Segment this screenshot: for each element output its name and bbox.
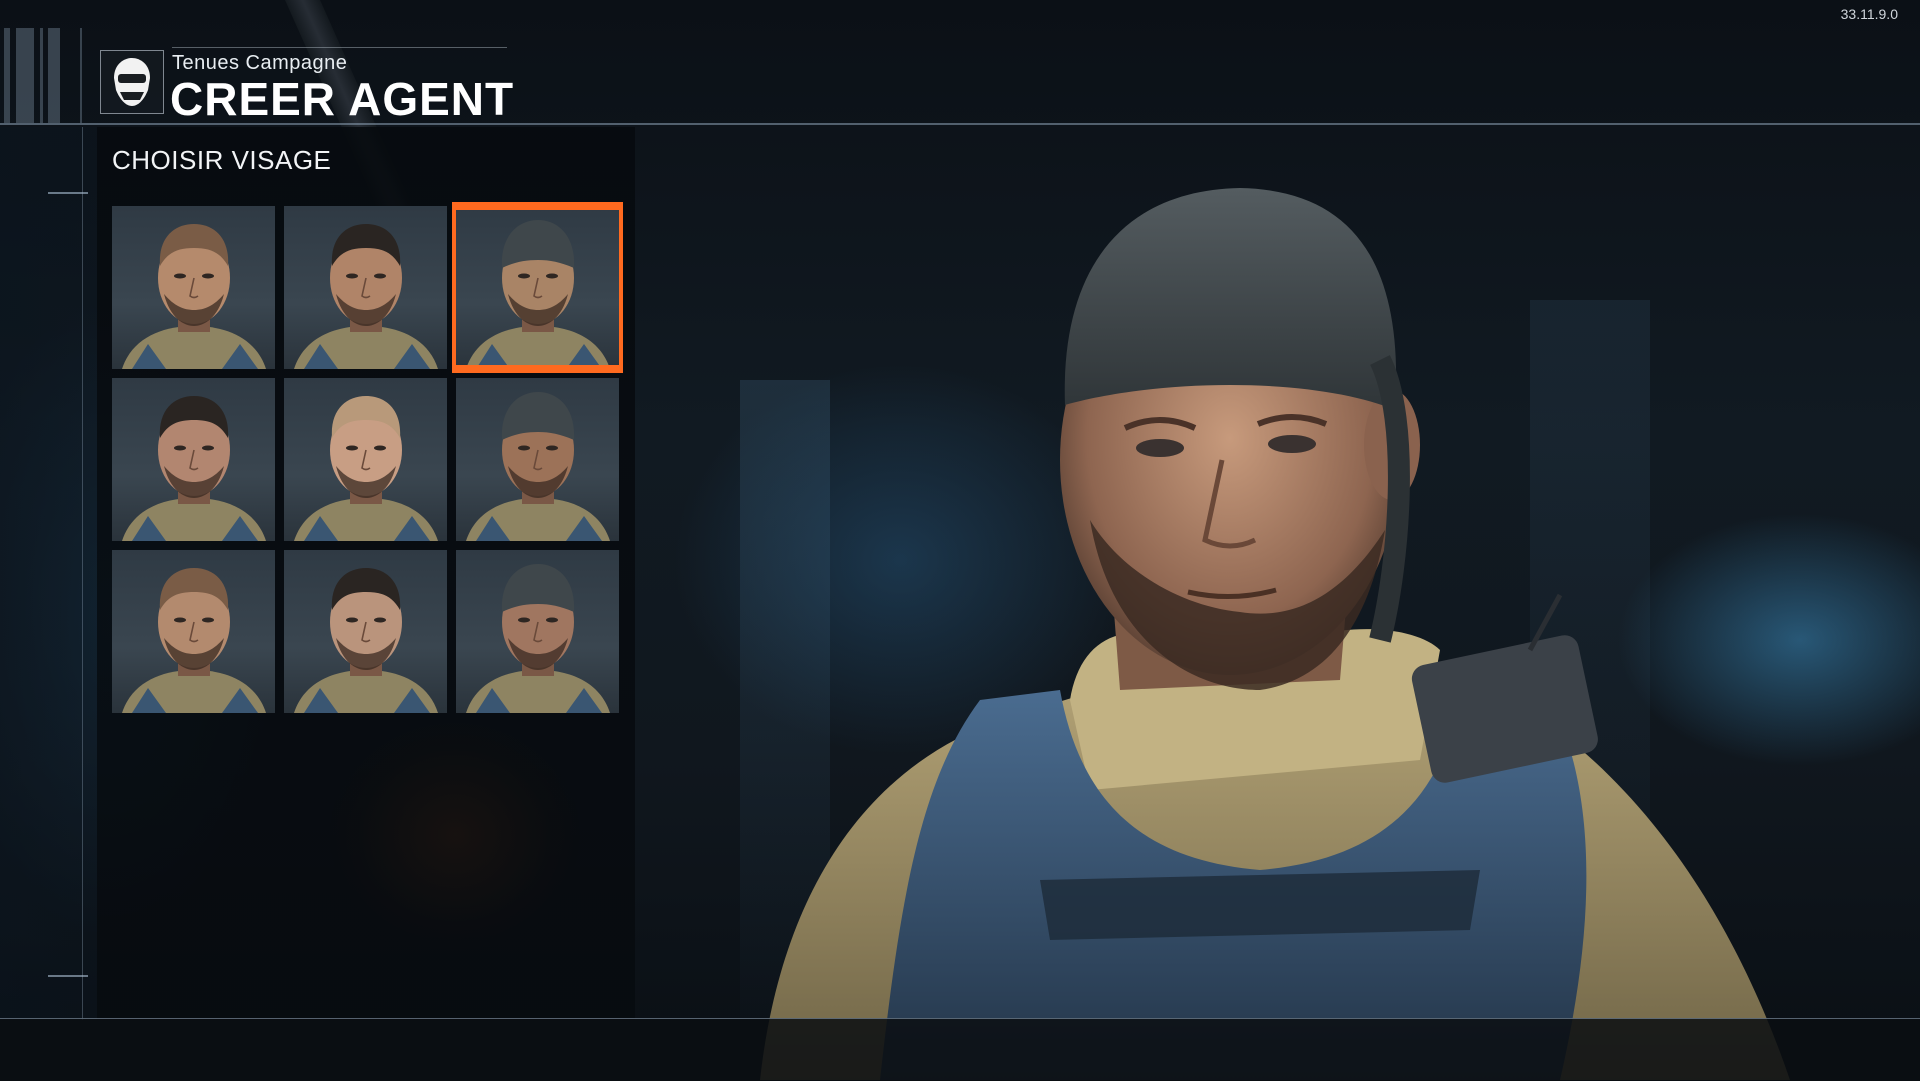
bottom-bar <box>0 1018 1920 1081</box>
face-option-3[interactable] <box>452 202 623 373</box>
rail-tick <box>48 975 88 977</box>
face-option-2[interactable] <box>284 206 447 369</box>
section-title: CHOISIR VISAGE <box>112 145 332 175</box>
page-title: CREER AGENT <box>170 73 515 125</box>
face-option-9[interactable] <box>456 550 619 713</box>
face-option-7[interactable] <box>112 550 275 713</box>
header-rule <box>172 47 507 48</box>
face-grid <box>112 202 623 713</box>
soldier-helmet-icon <box>100 50 164 114</box>
face-option-1[interactable] <box>112 206 275 369</box>
version-label: 33.11.9.0 <box>1840 6 1898 22</box>
rail-line <box>82 127 83 1020</box>
face-option-6[interactable] <box>456 378 619 541</box>
header-decoration <box>0 28 90 123</box>
rail-tick <box>48 192 88 194</box>
face-option-5[interactable] <box>284 378 447 541</box>
face-option-8[interactable] <box>284 550 447 713</box>
face-option-4[interactable] <box>112 378 275 541</box>
